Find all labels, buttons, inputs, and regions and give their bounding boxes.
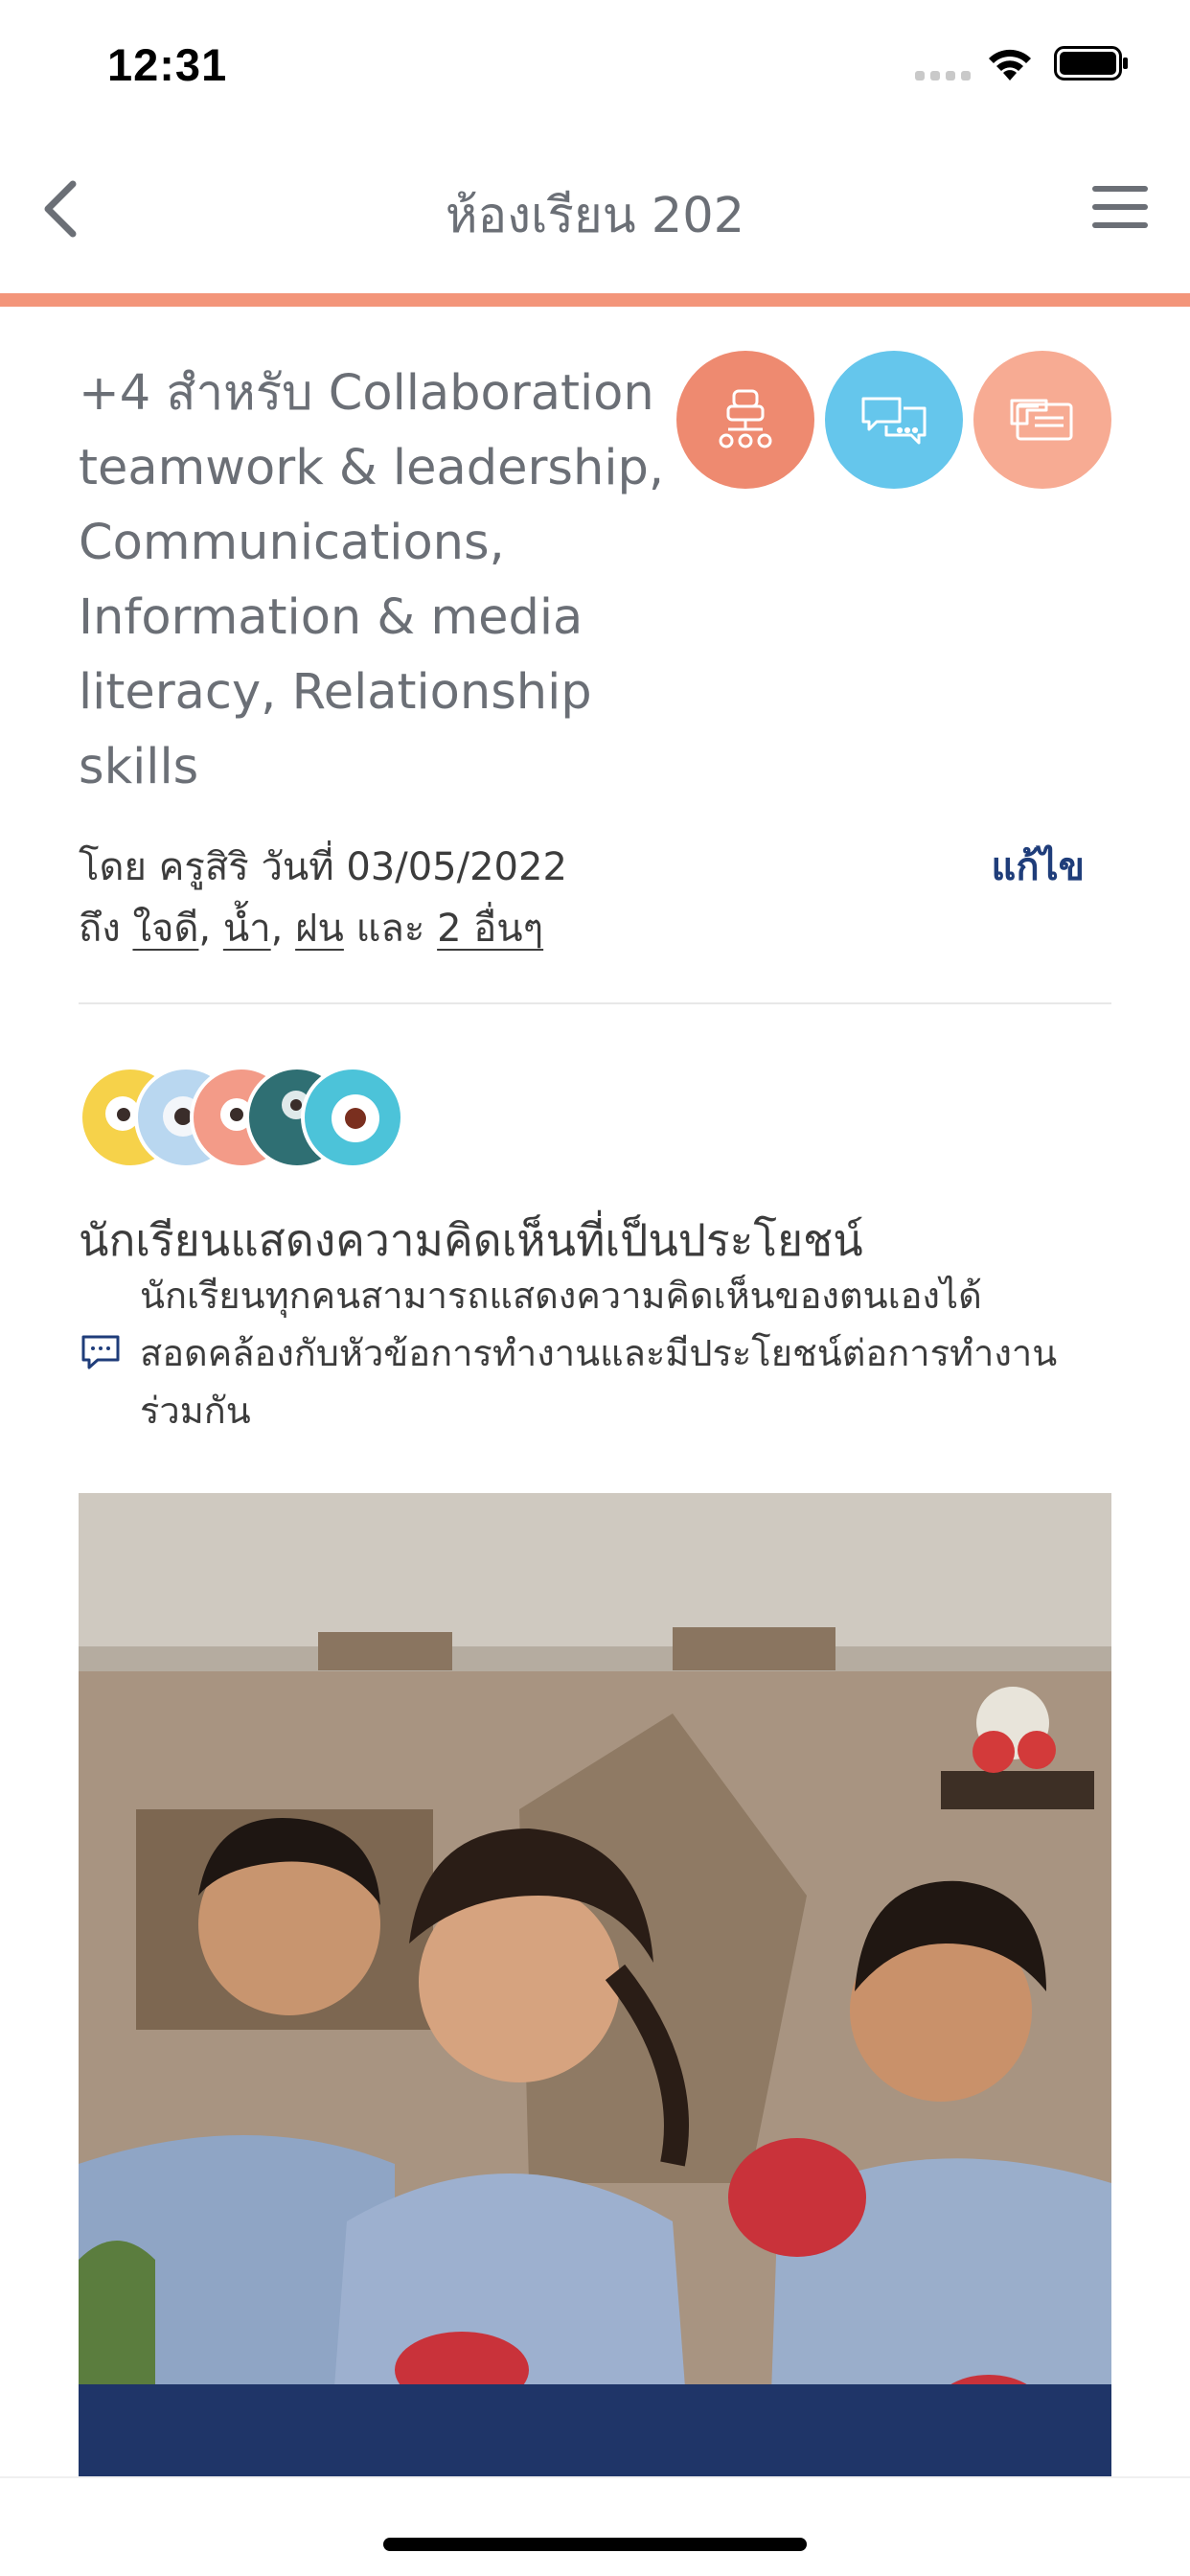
chat-bubbles-icon: [861, 397, 927, 445]
cyan-monster-avatar: [301, 1066, 404, 1169]
accent-divider: [0, 293, 1190, 307]
battery-icon: [1054, 46, 1128, 80]
speech-bubble-icon: [81, 1335, 120, 1369]
recipients-prefix: ถึง: [79, 907, 121, 951]
section-divider: [79, 1002, 1111, 1004]
edit-link[interactable]: แก้ไข: [992, 836, 1085, 897]
post-recipients: ถึง ใจดี, น้ำ, ฝน และ 2 อื่นๆ: [79, 907, 544, 951]
page-title: ห้องเรียน 202: [445, 188, 745, 244]
media-literacy-icon: [1010, 399, 1073, 441]
cellular-signal-icon: [915, 71, 971, 82]
status-bar: 12:31: [0, 0, 1190, 126]
post-title: +4 สำหรับ Collaboration teamwork & leade…: [79, 365, 665, 795]
recipient-link[interactable]: ใจดี: [132, 907, 198, 951]
category-communications-badge: [825, 351, 963, 489]
wifi-icon: [989, 49, 1031, 80]
status-time: 12:31: [107, 39, 228, 90]
recipient-link[interactable]: ฝน: [295, 907, 344, 951]
teamwork-icon: [719, 389, 772, 448]
post-author-date: โดย ครูสิริ วันที่ 03/05/2022: [79, 845, 567, 889]
bottom-safe-area: [0, 2476, 1190, 2576]
feedback-description: นักเรียนทุกคนสามารถแสดงความคิดเห็นของตนเ…: [140, 1275, 1058, 1432]
recipients-and: และ: [355, 907, 425, 951]
recipient-link[interactable]: น้ำ: [223, 907, 271, 951]
student-avatars[interactable]: [79, 1066, 404, 1173]
navigation-bar: ห้องเรียน 202: [0, 126, 1190, 295]
home-indicator[interactable]: [383, 2538, 807, 2551]
recipients-more-link[interactable]: 2 อื่นๆ: [437, 907, 543, 951]
feedback-title: นักเรียนแสดงความคิดเห็นที่เป็นประโยชน์: [79, 1214, 863, 1266]
students-photo-illustration: [79, 1493, 1111, 2476]
category-teamwork-badge: [676, 351, 814, 489]
classroom-photo[interactable]: [79, 1493, 1111, 2476]
hamburger-menu-icon[interactable]: [1092, 186, 1148, 230]
category-media-literacy-badge: [973, 351, 1111, 489]
